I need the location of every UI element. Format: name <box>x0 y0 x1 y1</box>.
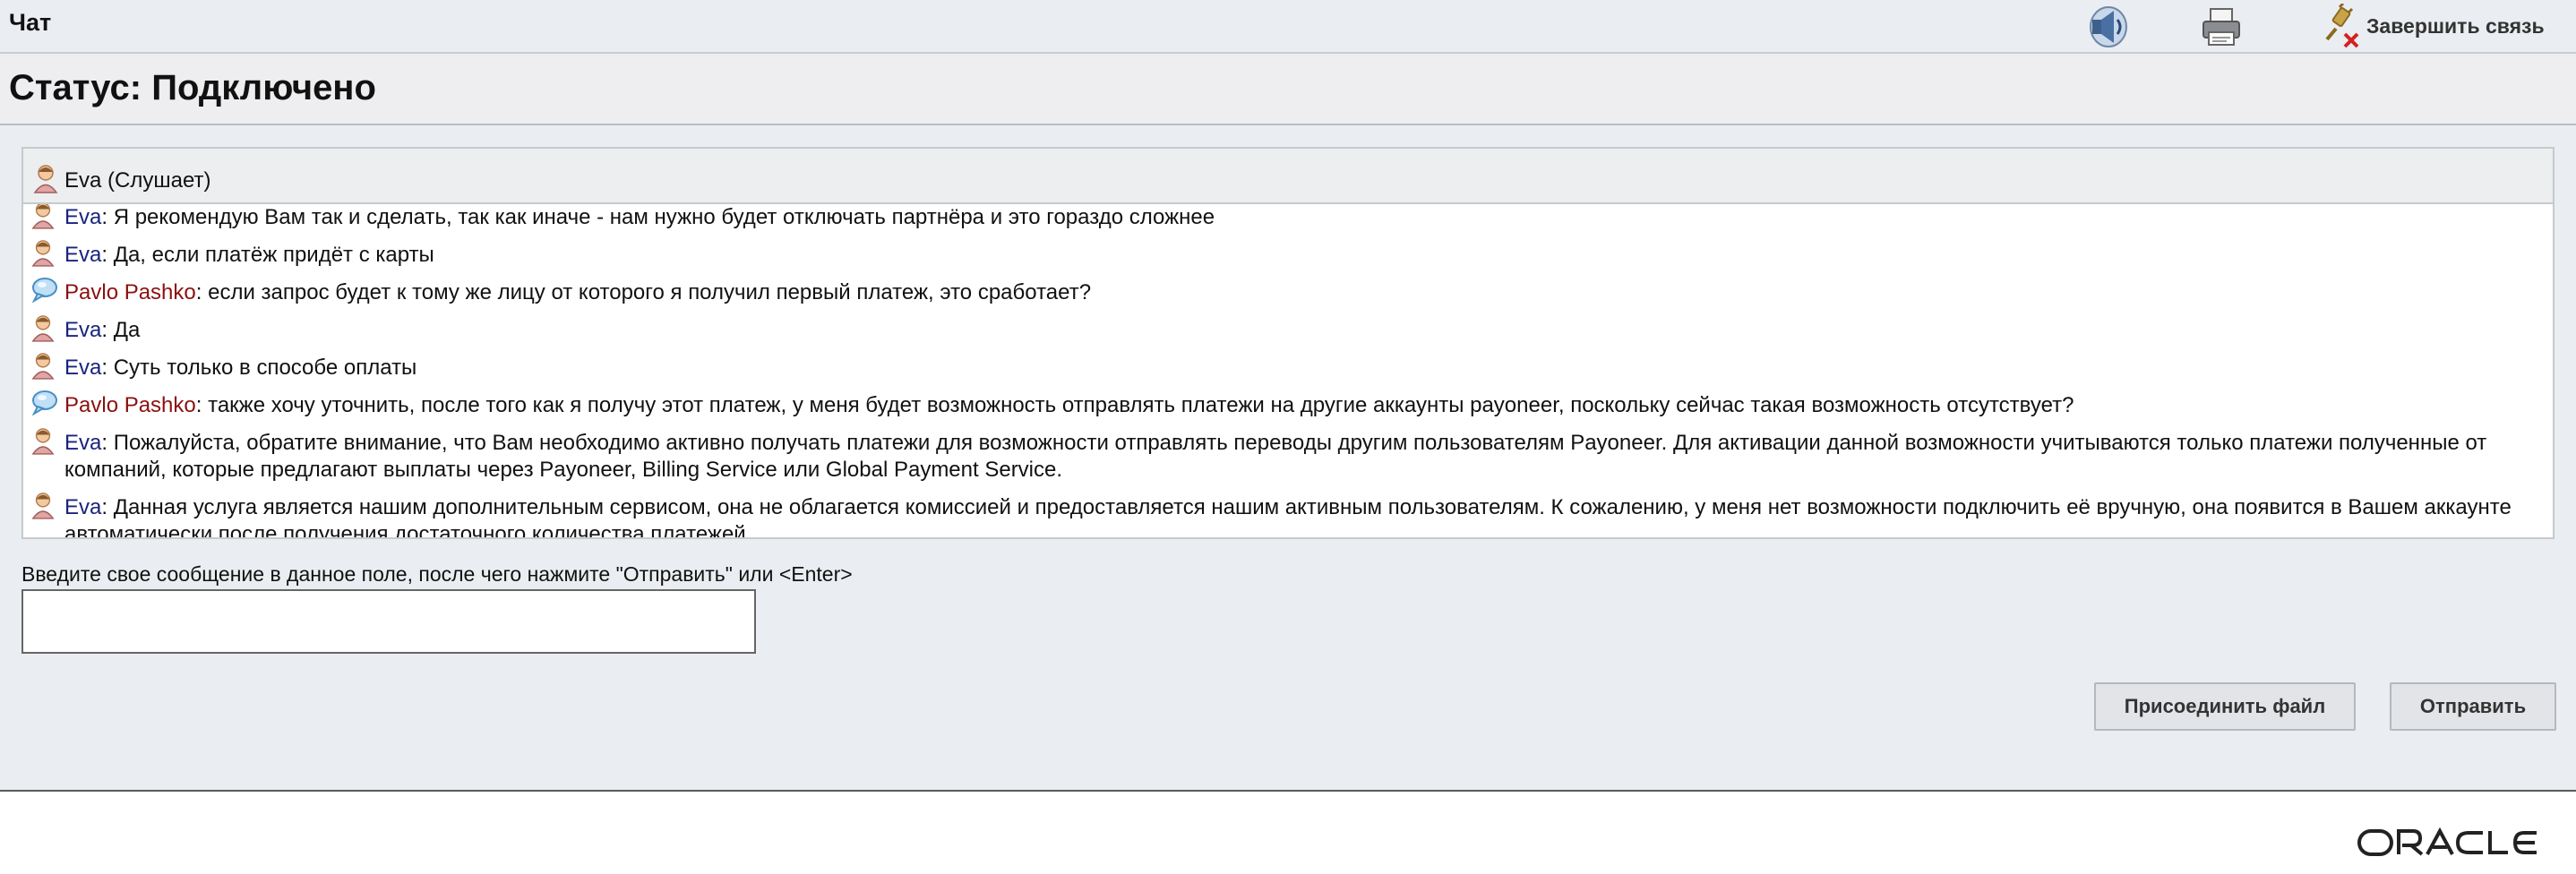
top-bar: Чат Завершить связь <box>0 0 2576 54</box>
oracle-wordmark <box>2357 827 2537 856</box>
agent-avatar-icon <box>31 428 55 455</box>
end-chat-button[interactable]: Завершить связь <box>2318 2 2545 50</box>
message-input[interactable] <box>21 589 756 654</box>
message-text: : Пожалуйста, обратите внимание, что Вам… <box>64 431 2487 482</box>
chat-message: Eva: Суть только в способе оплаты <box>23 349 2553 387</box>
agent-avatar-icon <box>31 315 55 342</box>
printer-icon[interactable] <box>2198 4 2245 50</box>
agent-avatar-icon <box>33 165 58 193</box>
chat-message: Eva: Я рекомендую Вам так и сделать, так… <box>23 204 2553 236</box>
chat-window: Чат Завершить связь Статус: Подключено E… <box>0 0 2576 792</box>
message-text: : если запрос будет к тому же лицу от ко… <box>195 280 1092 304</box>
chat-transcript[interactable]: Eva (Слушает) Eva: Я рекомендую Вам так … <box>21 147 2555 539</box>
app-title: Чат <box>9 9 52 36</box>
status-bar: Статус: Подключено <box>0 56 2576 125</box>
message-list[interactable]: Eva: Я рекомендую Вам так и сделать, так… <box>23 204 2553 537</box>
agent-avatar-icon <box>31 204 55 229</box>
chat-message: Pavlo Pashko: также хочу уточнить, после… <box>23 387 2553 424</box>
message-text: : Да, если платёж придёт с карты <box>101 243 434 267</box>
message-sender: Eva <box>64 243 102 267</box>
message-text: : также хочу уточнить, после того как я … <box>195 393 2074 417</box>
message-sender: Eva <box>64 431 102 455</box>
message-sender: Pavlo Pashko <box>64 393 196 417</box>
message-text: : Я рекомендую Вам так и сделать, так ка… <box>101 205 1215 229</box>
message-text: : Суть только в способе оплаты <box>101 356 417 380</box>
speaker-icon[interactable] <box>2083 4 2130 50</box>
agent-avatar-icon <box>31 240 55 267</box>
message-text: : Да <box>101 318 141 342</box>
end-chat-label: Завершить связь <box>2366 13 2545 38</box>
connection-status: Статус: Подключено <box>9 68 376 107</box>
input-prompt: Введите свое сообщение в данное поле, по… <box>21 562 853 586</box>
attach-file-button[interactable]: Присоединить файл <box>2094 682 2356 731</box>
chat-message: Eva: Да <box>23 312 2553 349</box>
message-text: : Данная услуга является нашим дополните… <box>64 495 2512 537</box>
chat-header: Eva (Слушает) <box>23 149 2553 204</box>
disconnect-plug-icon <box>2325 4 2359 48</box>
agent-avatar-icon <box>31 353 55 380</box>
chat-bubble-icon <box>31 390 57 416</box>
chat-bubble-icon <box>31 278 57 303</box>
message-sender: Eva <box>64 318 102 342</box>
agent-status-label: Eva (Слушает) <box>64 168 211 193</box>
chat-message: Eva: Пожалуйста, обратите внимание, что … <box>23 424 2553 489</box>
chat-message: Eva: Да, если платёж придёт с карты <box>23 236 2553 274</box>
chat-message: Pavlo Pashko: если запрос будет к тому ж… <box>23 274 2553 312</box>
message-sender: Eva <box>64 356 102 380</box>
oracle-logo <box>2357 827 2544 858</box>
message-sender: Eva <box>64 205 102 229</box>
agent-avatar-icon <box>31 493 55 519</box>
message-sender: Pavlo Pashko <box>64 280 196 304</box>
send-button[interactable]: Отправить <box>2390 682 2556 731</box>
chat-message: Eva: Данная услуга является нашим дополн… <box>23 489 2553 537</box>
message-sender: Eva <box>64 495 102 519</box>
